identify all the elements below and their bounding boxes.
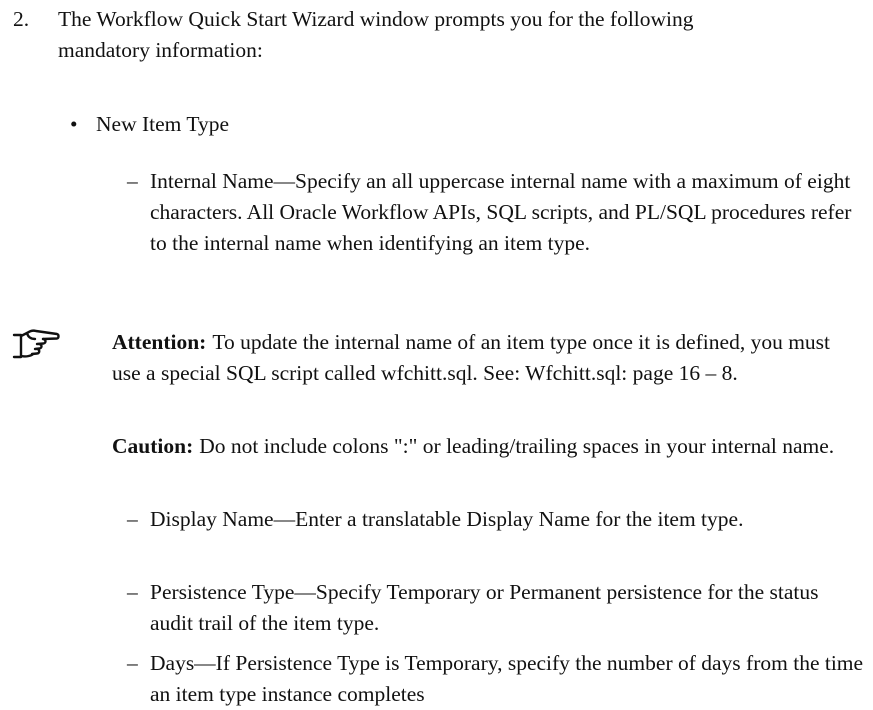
dash-marker-display-name: – xyxy=(127,507,138,531)
step-text: The Workflow Quick Start Wizard window p… xyxy=(58,7,694,62)
attention-note: Attention: To update the internal name of… xyxy=(112,327,862,389)
days-text: Days—If Persistence Type is Temporary, s… xyxy=(150,651,864,706)
caution-label: Caution: xyxy=(112,434,194,458)
attention-label: Attention: xyxy=(112,330,207,354)
caution-note: Caution: Do not include colons ":" or lea… xyxy=(112,431,862,462)
bullet-marker: • xyxy=(70,112,78,136)
caution-text: Do not include colons ":" or leading/tra… xyxy=(199,434,835,458)
display-name-text: Display Name—Enter a translatable Displa… xyxy=(150,507,744,531)
dash-marker-days: – xyxy=(127,651,138,675)
step-number: 2. xyxy=(13,7,30,31)
attention-text: To update the internal name of an item t… xyxy=(112,330,831,385)
pointing-hand-icon xyxy=(12,329,60,359)
bullet-text: New Item Type xyxy=(96,112,230,136)
dash-marker-persistence-type: – xyxy=(127,580,138,604)
persistence-type-text: Persistence Type—Specify Temporary or Pe… xyxy=(150,580,819,635)
dash-marker-internal-name: – xyxy=(127,169,138,193)
internal-name-text: Internal Name—Specify an all uppercase i… xyxy=(150,169,852,255)
